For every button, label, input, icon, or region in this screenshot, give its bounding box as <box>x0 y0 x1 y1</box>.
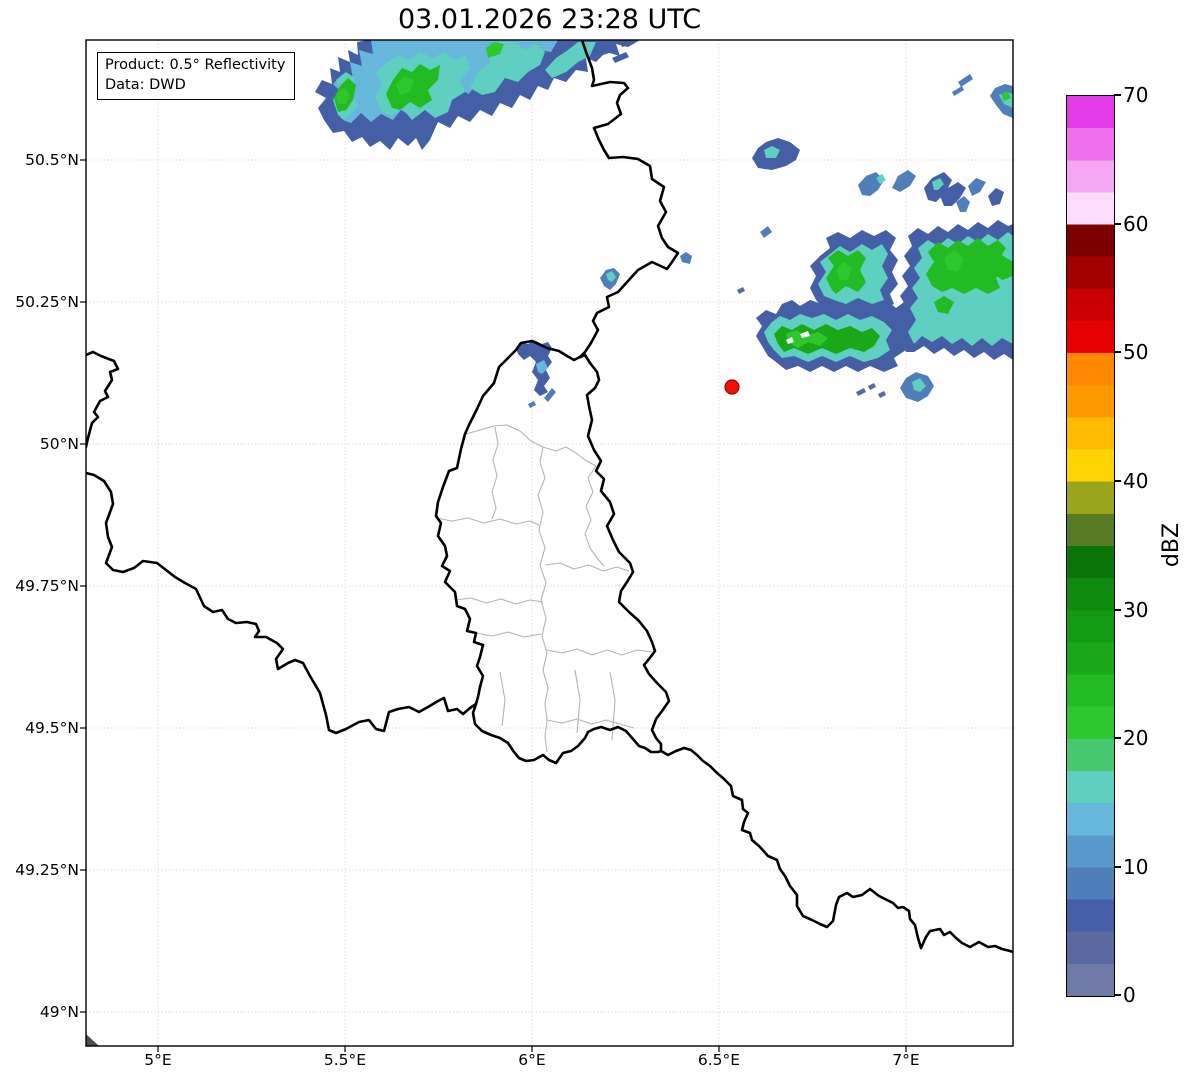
colorbar-tick-label: 40 <box>1123 468 1171 494</box>
product-line: Product: 0.5° Reflectivity <box>105 55 285 75</box>
radar-map <box>0 0 1202 1081</box>
lon-tick-label: 5.5°E <box>305 1051 385 1069</box>
colorbar-tick-label: 10 <box>1123 854 1171 880</box>
colorbar-tick <box>1114 994 1121 996</box>
colorbar-tick-label: 70 <box>1123 82 1171 108</box>
lon-tick-label: 7°E <box>866 1051 946 1069</box>
colorbar-tick-label: 30 <box>1123 597 1171 623</box>
colorbar-tick <box>1114 351 1121 353</box>
info-box: Product: 0.5° Reflectivity Data: DWD <box>97 52 295 100</box>
data-source-line: Data: DWD <box>105 75 285 95</box>
colorbar-tick <box>1114 866 1121 868</box>
colorbar-unit-label: dBZ <box>1159 509 1185 581</box>
lat-tick-label: 50°N <box>0 434 79 454</box>
lon-tick-label: 6.5°E <box>679 1051 759 1069</box>
colorbar-tick-label: 20 <box>1123 725 1171 751</box>
lat-tick-label: 50.25°N <box>0 292 79 312</box>
colorbar-tick-label: 50 <box>1123 339 1171 365</box>
colorbar-tick-label: 0 <box>1123 982 1171 1008</box>
radar-echoes <box>315 40 1013 408</box>
colorbar-tick <box>1114 94 1121 96</box>
lat-tick-label: 49.25°N <box>0 860 79 880</box>
colorbar-tick <box>1114 480 1121 482</box>
colorbar-tick-label: 60 <box>1123 211 1171 237</box>
lon-tick-label: 6°E <box>492 1051 572 1069</box>
lat-tick-label: 49°N <box>0 1002 79 1022</box>
colorbar-tick <box>1114 223 1121 225</box>
lat-tick-label: 49.5°N <box>0 718 79 738</box>
colorbar <box>1066 95 1115 997</box>
radar-figure: 03.01.2026 23:28 UTC Product: 0.5° Refle… <box>0 0 1202 1081</box>
region-borders <box>436 425 652 752</box>
colorbar-tick <box>1114 609 1121 611</box>
location-marker <box>725 380 739 394</box>
lon-tick-label: 5°E <box>118 1051 198 1069</box>
colorbar-tick <box>1114 737 1121 739</box>
lat-tick-label: 49.75°N <box>0 576 79 596</box>
lat-tick-label: 50.5°N <box>0 150 79 170</box>
